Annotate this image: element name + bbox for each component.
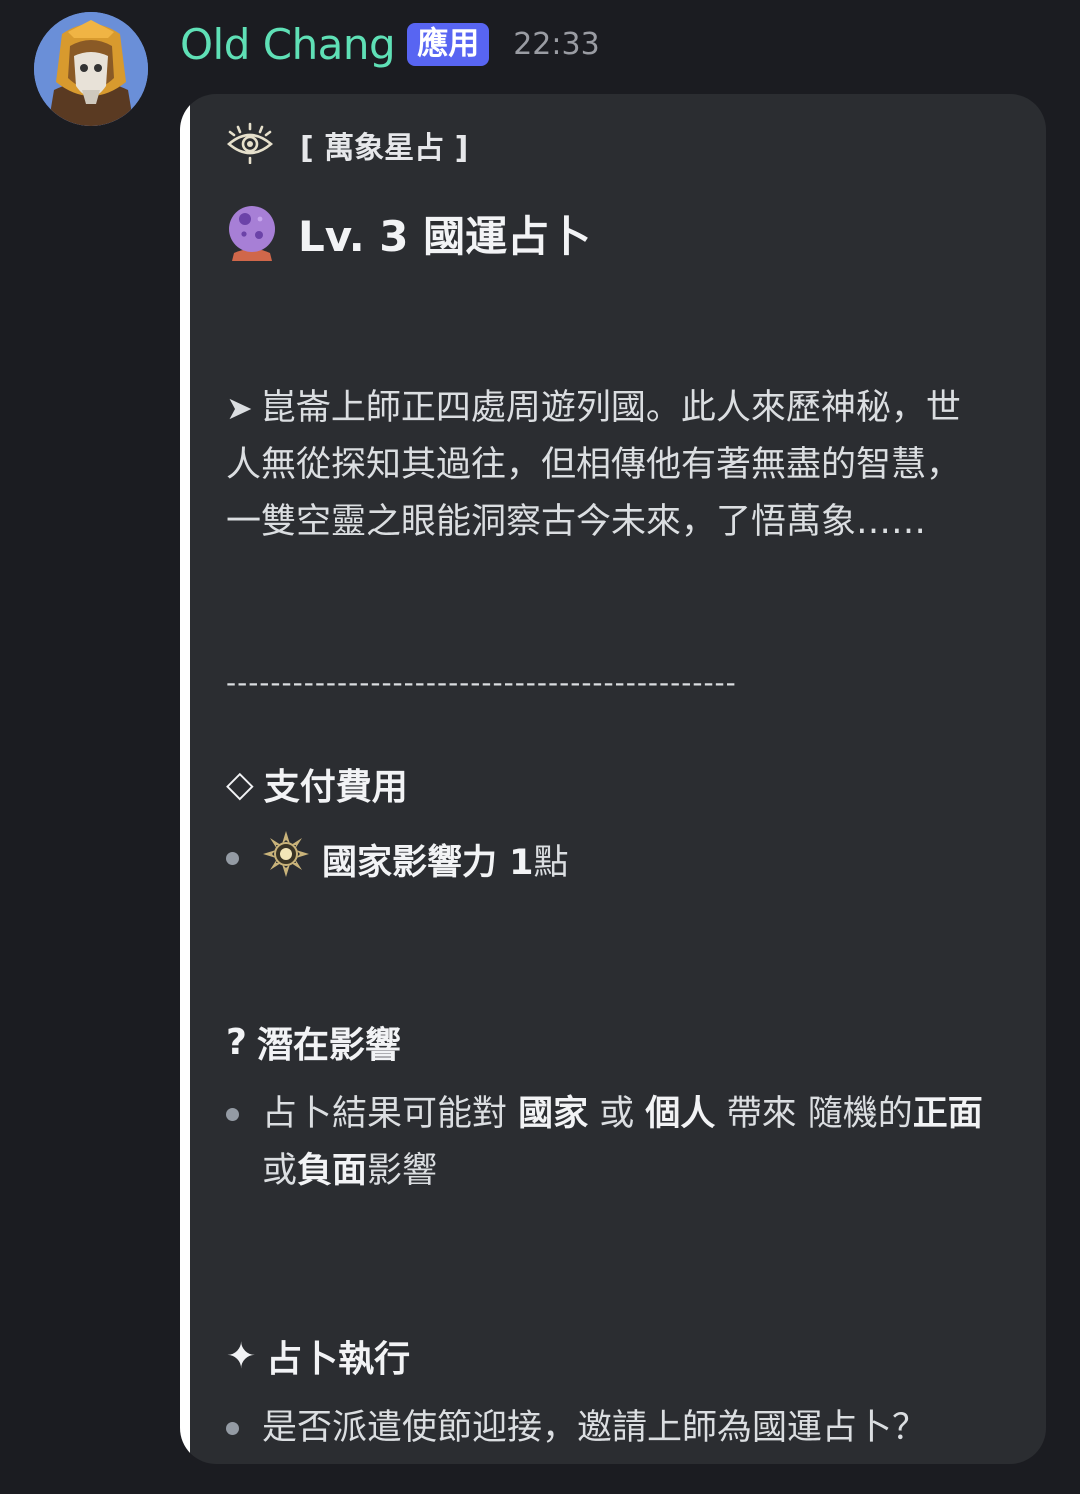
embed-card: [ 萬象星占 ] Lv. 3 國運占卜 ➤ 崑崙上師正四處周遊列國。此人來歷神秘，…	[180, 94, 1046, 1464]
execute-section-title: ✦ 占卜執行	[226, 1330, 410, 1382]
sun-emblem-icon	[262, 830, 310, 896]
impact-bold-person: 個人	[645, 1094, 716, 1134]
impact-bold-positive: 正面	[912, 1094, 983, 1134]
app-badge: 應用	[407, 22, 490, 66]
impact-text-3: 帶來 隨機的	[715, 1094, 913, 1134]
diamond-outline-icon: ◇	[226, 763, 254, 805]
sparkle-icon: ✦	[226, 1335, 257, 1377]
embed-title-text: Lv. 3 國運占卜	[298, 211, 592, 261]
embed-title: Lv. 3 國運占卜	[226, 198, 591, 268]
cost-amount: 國家影響力 1	[322, 842, 534, 883]
bullet-dot	[226, 1108, 239, 1121]
impact-bold-country: 國家	[518, 1094, 589, 1134]
impact-text-5: 影響	[367, 1151, 438, 1191]
impact-text-4: 或	[262, 1151, 298, 1191]
cost-title: 支付費用	[263, 767, 408, 808]
crystal-ball-icon	[226, 201, 278, 265]
impact-section-title: ? 潛在影響	[226, 1016, 401, 1068]
list-item: 國家影響力 1 點	[226, 830, 1006, 896]
message-header: Old Chang 應用 22:33	[180, 14, 600, 74]
question-mark-icon: ?	[226, 1021, 247, 1063]
execute-text: 是否派遣使節迎接，邀請上師為國運占卜？	[262, 1408, 928, 1448]
impact-bold-negative: 負面	[297, 1151, 368, 1191]
impact-text-1: 占卜結果可能對	[262, 1094, 519, 1134]
bullet-dot	[226, 852, 239, 865]
execute-title: 占卜執行	[266, 1339, 411, 1380]
embed-author: [ 萬象星占 ]	[226, 120, 468, 170]
list-item: 是否派遣使節迎接，邀請上師為國運占卜？	[226, 1400, 1006, 1457]
embed-description: ➤ 崑崙上師正四處周遊列國。此人來歷神秘，世人無從探知其過往，但相傳他有著無盡的智…	[226, 380, 986, 551]
bullet-dot	[226, 1422, 239, 1435]
cost-unit: 點	[533, 842, 569, 883]
timestamp[interactable]: 22:33	[513, 27, 599, 62]
avatar-image	[34, 12, 148, 126]
divider-line: ----------------------------------------…	[226, 666, 737, 699]
arrow-icon: ➤	[226, 389, 253, 427]
impact-title: 潛在影響	[256, 1025, 401, 1066]
avatar[interactable]	[34, 12, 148, 126]
eye-icon	[226, 122, 274, 168]
embed-author-label: [ 萬象星占 ]	[300, 131, 469, 166]
username[interactable]: Old Chang	[180, 20, 396, 69]
list-item: 占卜結果可能對 國家 或 個人 帶來 隨機的正面或負面影響	[226, 1086, 986, 1200]
embed-accent-bar	[180, 94, 190, 1464]
description-text: 崑崙上師正四處周遊列國。此人來歷神秘，世人無從探知其過往，但相傳他有著無盡的智慧…	[226, 388, 962, 542]
impact-text-2: 或	[588, 1094, 646, 1134]
cost-section-title: ◇ 支付費用	[226, 758, 408, 810]
